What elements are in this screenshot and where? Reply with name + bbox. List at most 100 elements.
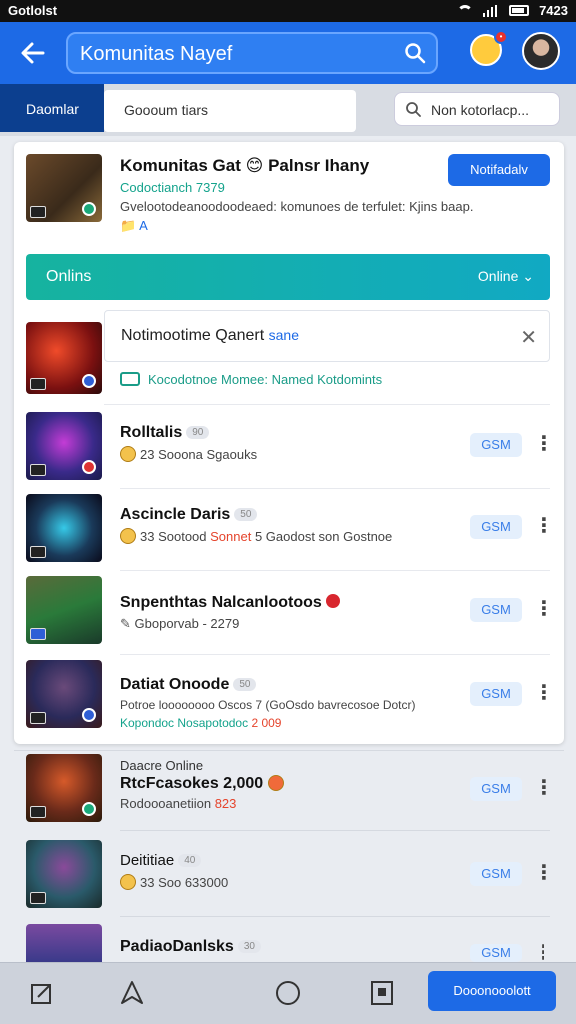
tab-active[interactable]: Daomlar [0, 84, 104, 132]
shield-icon [82, 374, 96, 388]
more-options-icon[interactable]: ⋮ [534, 433, 554, 455]
follow-button[interactable]: Notifadalv [448, 154, 550, 186]
community-card: Komunitas Gat 😊 Palnsr Ihany Codoctianch… [14, 142, 564, 744]
notice-highlight: sane [268, 327, 299, 343]
more-options-icon[interactable]: ⋮ [534, 777, 554, 799]
list-item-name[interactable]: PadiaoDanlsks 30 [120, 938, 261, 956]
list-item-thumbnail[interactable] [26, 840, 102, 908]
notification-button[interactable]: • [470, 30, 508, 66]
bottom-nav: Dooonooolott [0, 962, 576, 1024]
more-options-icon[interactable]: ⋮ [534, 598, 554, 620]
emoji-icon [267, 775, 284, 791]
more-options-icon[interactable]: ⋮ [534, 682, 554, 704]
count-pill: 90 [186, 426, 210, 439]
notice-thumbnail[interactable] [26, 322, 102, 394]
list-item-meta: 33 Soo 633000 [120, 874, 228, 890]
platform-badge-icon [30, 712, 46, 724]
list-item-name[interactable]: Datiat Onoode 50 [120, 676, 257, 694]
online-filter-bar[interactable]: Onlins Online ⌄ [26, 254, 550, 300]
size-button[interactable]: GSM [470, 682, 522, 706]
more-options-icon[interactable]: ⋮ [534, 515, 554, 537]
divider [120, 916, 550, 917]
clock-label: 7423 [539, 3, 568, 18]
list-item-name[interactable]: Ascincle Daris 50 [120, 506, 258, 524]
community-subtitle: Codoctianch 7379 [120, 180, 225, 195]
size-button[interactable]: GSM [470, 944, 522, 962]
list-item-name[interactable]: Rolltalis 90 [120, 424, 210, 442]
platform-badge-icon [30, 546, 46, 558]
status-bar: Gotlolst 7423 [0, 0, 576, 22]
close-icon[interactable]: ✕ [520, 325, 537, 350]
community-tags: 📁 A [120, 218, 148, 233]
tab-row: Daomlar Goooum tiars Non kotorlacp... [0, 84, 576, 136]
signal-icon [483, 4, 499, 17]
battery-icon [509, 5, 530, 16]
tab-middle[interactable]: Goooum tiars [104, 90, 356, 132]
primary-action-button[interactable]: Dooonooolott [428, 971, 556, 1011]
list-item-thumbnail[interactable] [26, 660, 102, 728]
notice-text: Notimootime Qanert [121, 327, 265, 344]
platform-badge-icon [30, 464, 46, 476]
shield-icon [82, 708, 96, 722]
list-item-name[interactable]: Deititiae 40 [120, 852, 202, 869]
camera-icon [120, 372, 140, 386]
count-pill: 50 [234, 508, 258, 521]
user-avatar[interactable] [522, 32, 560, 70]
search-icon[interactable] [404, 42, 426, 64]
live-badge-icon [326, 594, 341, 608]
online-label: Onlins [46, 268, 92, 285]
send-icon[interactable] [118, 979, 146, 1007]
divider [120, 488, 550, 489]
size-button[interactable]: GSM [470, 862, 522, 886]
verified-icon [82, 802, 96, 816]
list-item-meta: 23 Sooona Sgaouks [120, 446, 257, 462]
list-item-thumbnail[interactable] [26, 924, 102, 962]
tab-search-placeholder: Non kotorlacp... [431, 102, 530, 118]
named-link[interactable]: Kocodotnoe Momee: Named Kotdomints [120, 372, 382, 387]
divider [120, 654, 550, 655]
list-item-meta: Rodoooanetiion 823 [120, 796, 237, 811]
search-icon [406, 102, 421, 117]
list-item-top-label: Daacre Online [120, 758, 204, 773]
platform-badge-icon [30, 378, 46, 390]
list-item-thumbnail[interactable] [26, 412, 102, 480]
community-search-input[interactable]: Komunitas Nayef [66, 32, 438, 74]
divider [120, 830, 550, 831]
list-item-meta: ✎ Gboporvab - 2279 [120, 616, 240, 631]
app-bar: Komunitas Nayef • [0, 22, 576, 84]
online-dropdown[interactable]: Online ⌄ [478, 268, 534, 285]
more-options-icon[interactable]: ⋮ [534, 862, 554, 884]
status-icon [82, 460, 96, 474]
notice-box: Notimootime Qanert sane ✕ [104, 310, 550, 362]
platform-badge-icon [30, 628, 46, 640]
search-value: Komunitas Nayef [80, 43, 233, 65]
divider [120, 570, 550, 571]
list-item-meta: Potroe loooooooo Oscos 7 (GoOsdo bavreco… [120, 698, 416, 712]
community-thumbnail[interactable] [26, 154, 102, 222]
count-pill: 40 [178, 854, 202, 867]
list-item-name[interactable]: Snpenthtas Nalcanlootoos [120, 594, 341, 612]
document-icon[interactable] [368, 979, 396, 1007]
divider [104, 404, 550, 405]
platform-badge-icon [30, 206, 46, 218]
wifi-icon [457, 4, 474, 17]
list-item-thumbnail[interactable] [26, 494, 102, 562]
size-button[interactable]: GSM [470, 433, 522, 457]
compose-icon[interactable] [28, 979, 56, 1007]
list-item-thumbnail[interactable] [26, 576, 102, 644]
home-circle-icon[interactable] [274, 979, 302, 1007]
list-item-meta-secondary: Kopondoc Nosapotodoc 2 009 [120, 716, 282, 730]
tab-search-input[interactable]: Non kotorlacp... [394, 92, 560, 126]
size-button[interactable]: GSM [470, 777, 522, 801]
divider [14, 750, 564, 751]
list-item-meta: 33 Sootood Sonnet 5 Gaodost son Gostnoe [120, 528, 392, 544]
list-item-thumbnail[interactable] [26, 754, 102, 822]
count-pill: 30 [237, 940, 261, 953]
more-options-icon[interactable]: ⋮ [534, 942, 544, 962]
list-item-name[interactable]: RtcFcasokes 2,000 [120, 775, 288, 793]
emoji-icon [120, 874, 136, 890]
back-arrow-icon[interactable] [18, 38, 48, 68]
platform-badge-icon [30, 806, 46, 818]
size-button[interactable]: GSM [470, 515, 522, 539]
size-button[interactable]: GSM [470, 598, 522, 622]
